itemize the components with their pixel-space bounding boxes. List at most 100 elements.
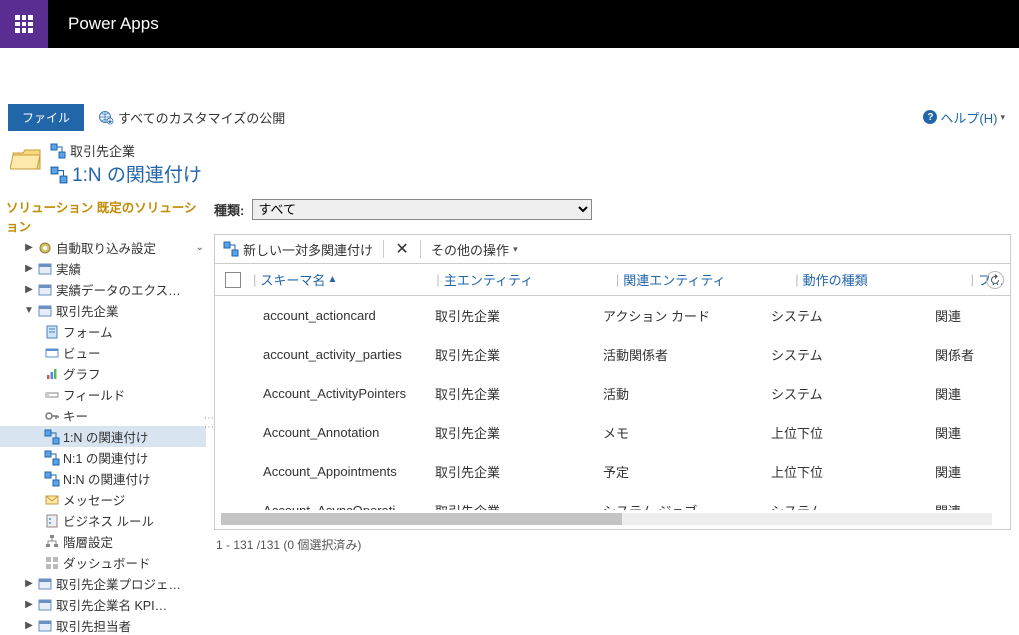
tree-caret[interactable]: ▶ (24, 263, 34, 274)
column-header-related[interactable]: 関連エンティティ (623, 270, 791, 289)
entity-icon (37, 261, 53, 277)
cell-type: 関連 (935, 306, 1004, 325)
hier-icon (44, 534, 60, 550)
new-relationship-label: 新しい一対多関連付け (243, 240, 373, 259)
horizontal-scrollbar[interactable] (221, 513, 992, 525)
table-row[interactable]: Account_Annotation取引先企業メモ上位下位関連 (215, 413, 1010, 452)
help-icon: ? (923, 110, 937, 124)
table-row[interactable]: Account_ActivityPointers取引先企業活動システム関連 (215, 374, 1010, 413)
tree-item[interactable]: グラフ (0, 363, 206, 384)
tree-label: フィールド (63, 385, 125, 404)
tree-item[interactable]: フィールド (0, 384, 206, 405)
relationship-icon (50, 166, 66, 182)
tree-item[interactable]: メッセージ (0, 489, 206, 510)
cell-behavior: システム (771, 384, 935, 403)
tree-item[interactable]: ▶実績データのエクス… (0, 279, 206, 300)
tree-label: 取引先企業プロジェ… (56, 574, 181, 593)
cell-primary: 取引先企業 (435, 462, 603, 481)
tree-item[interactable]: N:1 の関連付け (0, 447, 206, 468)
publish-label: すべてのカスタマイズの公開 (118, 108, 285, 127)
app-title: Power Apps (68, 14, 159, 34)
cell-type: 関連 (935, 423, 1004, 442)
relationship-icon (223, 241, 239, 257)
new-relationship-button[interactable]: 新しい一対多関連付け (223, 240, 373, 259)
tree-label: N:N の関連付け (63, 469, 151, 488)
tree-item[interactable]: ダッシュボード (0, 552, 206, 573)
status-text: 1 - 131 /131 (0 個選択済み) (214, 530, 1011, 559)
rule-icon (44, 513, 60, 529)
entity-icon (37, 576, 53, 592)
tree-item[interactable]: ▶ 取引先企業プロジェ… (0, 573, 206, 594)
tree-label: メッセージ (63, 490, 125, 509)
file-tab[interactable]: ファイル (8, 104, 84, 131)
cell-related: メモ (603, 423, 771, 442)
tree-caret[interactable]: ▶ (24, 284, 34, 295)
filter-type-select[interactable]: すべて (252, 199, 592, 220)
tree-label: グラフ (63, 364, 101, 383)
cell-type: 関係者 (935, 345, 1004, 364)
view-icon (44, 345, 60, 361)
entity-icon (37, 597, 53, 613)
delete-button[interactable]: ✕ (394, 239, 410, 259)
cell-behavior: 上位下位 (771, 462, 935, 481)
tree-caret[interactable]: ▶ (24, 242, 34, 253)
cell-type: 関連 (935, 384, 1004, 403)
app-launcher[interactable] (0, 0, 48, 48)
form-icon (44, 324, 60, 340)
tree-item[interactable]: N:N の関連付け (0, 468, 206, 489)
tree-item[interactable]: ▼ 取引先企業 (0, 300, 206, 321)
column-header-primary[interactable]: 主エンティティ (444, 270, 612, 289)
column-header-schema[interactable]: スキーマ名 ▲ (260, 270, 432, 289)
help-link[interactable]: ? ヘルプ(H) ▾ (923, 108, 1005, 127)
splitter-handle[interactable]: ⋮⋮ (203, 413, 214, 431)
tree-item[interactable]: ▶自動取り込み設定⌄ (0, 237, 206, 258)
tree-label: 取引先企業 (56, 301, 119, 320)
cell-schema: account_activity_parties (263, 347, 435, 362)
publish-customizations-button[interactable]: すべてのカスタマイズの公開 (98, 108, 285, 127)
cell-primary: 取引先企業 (435, 384, 603, 403)
tree-item[interactable]: 階層設定 (0, 531, 206, 552)
cell-related: アクション カード (603, 306, 771, 325)
cell-related: 予定 (603, 462, 771, 481)
cell-type: 関連 (935, 501, 1004, 510)
tree-caret[interactable]: ▶ (24, 599, 34, 610)
tree-caret[interactable]: ▼ (24, 305, 34, 316)
cell-primary: 取引先企業 (435, 423, 603, 442)
tree-item[interactable]: ▶ 実績 (0, 258, 206, 279)
tree-item[interactable]: ビュー (0, 342, 206, 363)
gear-icon (37, 240, 53, 256)
tree-item[interactable]: フォーム (0, 321, 206, 342)
tree-item[interactable]: 1:N の関連付け (0, 426, 206, 447)
tree-label: ビジネス ルール (63, 511, 154, 530)
tree-label: 1:N の関連付け (63, 427, 148, 446)
tree-item[interactable]: キー (0, 405, 206, 426)
more-actions-label: その他の操作 (431, 240, 509, 259)
table-row[interactable]: account_actioncard取引先企業アクション カードシステム関連 (215, 296, 1010, 335)
dash-icon (44, 555, 60, 571)
refresh-button[interactable] (986, 271, 1004, 289)
column-header-behavior[interactable]: 動作の種類 (803, 270, 967, 289)
relationship-icon (50, 143, 66, 159)
select-all-checkbox[interactable] (225, 272, 241, 288)
filter-type-label: 種類: (214, 200, 244, 219)
tree-caret[interactable]: ▶ (24, 620, 34, 631)
rel-icon (44, 429, 60, 445)
tree-caret[interactable]: ▶ (24, 578, 34, 589)
tree-label: 階層設定 (63, 532, 113, 551)
tree-item[interactable]: ビジネス ルール (0, 510, 206, 531)
table-row[interactable]: account_activity_parties取引先企業活動関係者システム関係… (215, 335, 1010, 374)
tree-label: 実績 (56, 259, 81, 278)
rel-icon (44, 471, 60, 487)
entity-icon (37, 618, 53, 634)
cell-behavior: システム (771, 501, 935, 510)
chevron-down-icon[interactable]: ⌄ (196, 242, 204, 253)
tree-label: 取引先企業名 KPI… (56, 595, 167, 614)
table-row[interactable]: Account_AsyncOperati…取引先企業システム ジョブシステム関連 (215, 491, 1010, 510)
cell-primary: 取引先企業 (435, 501, 603, 510)
chevron-down-icon: ▾ (1000, 112, 1005, 123)
waffle-icon (15, 15, 33, 33)
more-actions-button[interactable]: その他の操作 ▾ (431, 240, 518, 259)
table-row[interactable]: Account_Appointments取引先企業予定上位下位関連 (215, 452, 1010, 491)
tree-item[interactable]: ▶取引先担当者 (0, 615, 206, 635)
tree-item[interactable]: ▶ 取引先企業名 KPI… (0, 594, 206, 615)
